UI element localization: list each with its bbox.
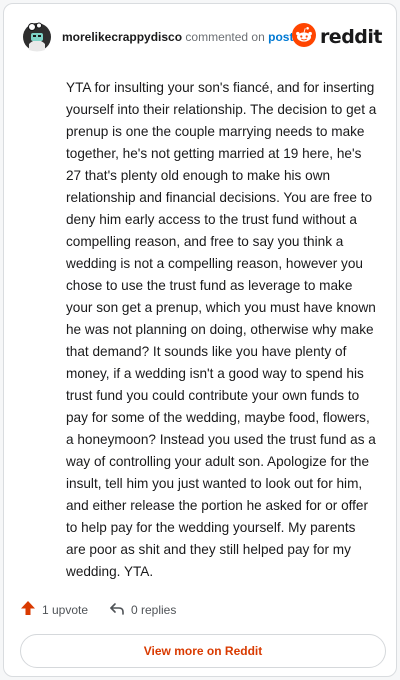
commented-text: commented on: [185, 30, 265, 44]
comment-body: YTA for insulting your son's fiancé, and…: [66, 80, 377, 579]
comment-embed-card: morelikecrappydisco commented on post re…: [3, 3, 397, 677]
comment-header: morelikecrappydisco commented on post re…: [20, 20, 383, 54]
upvote-arrow-icon: [20, 600, 36, 621]
username[interactable]: morelikecrappydisco: [62, 30, 182, 44]
replies-count: 0 replies: [131, 603, 177, 617]
comment-actions: 1 upvote 0 replies: [20, 600, 320, 620]
view-more-on-reddit-button[interactable]: View more on Reddit: [20, 634, 386, 668]
byline: morelikecrappydisco commented on post: [62, 30, 293, 44]
reddit-snoo-icon: [291, 22, 316, 52]
replies-button[interactable]: 0 replies: [109, 600, 176, 620]
upvote-button[interactable]: 1 upvote: [20, 600, 88, 620]
reddit-wordmark: reddit: [319, 26, 383, 48]
post-link[interactable]: post: [268, 30, 293, 44]
reddit-logo[interactable]: reddit: [291, 22, 383, 52]
avatar[interactable]: [22, 22, 52, 52]
reply-arrow-icon: [109, 600, 125, 621]
upvote-count: 1 upvote: [42, 603, 89, 617]
